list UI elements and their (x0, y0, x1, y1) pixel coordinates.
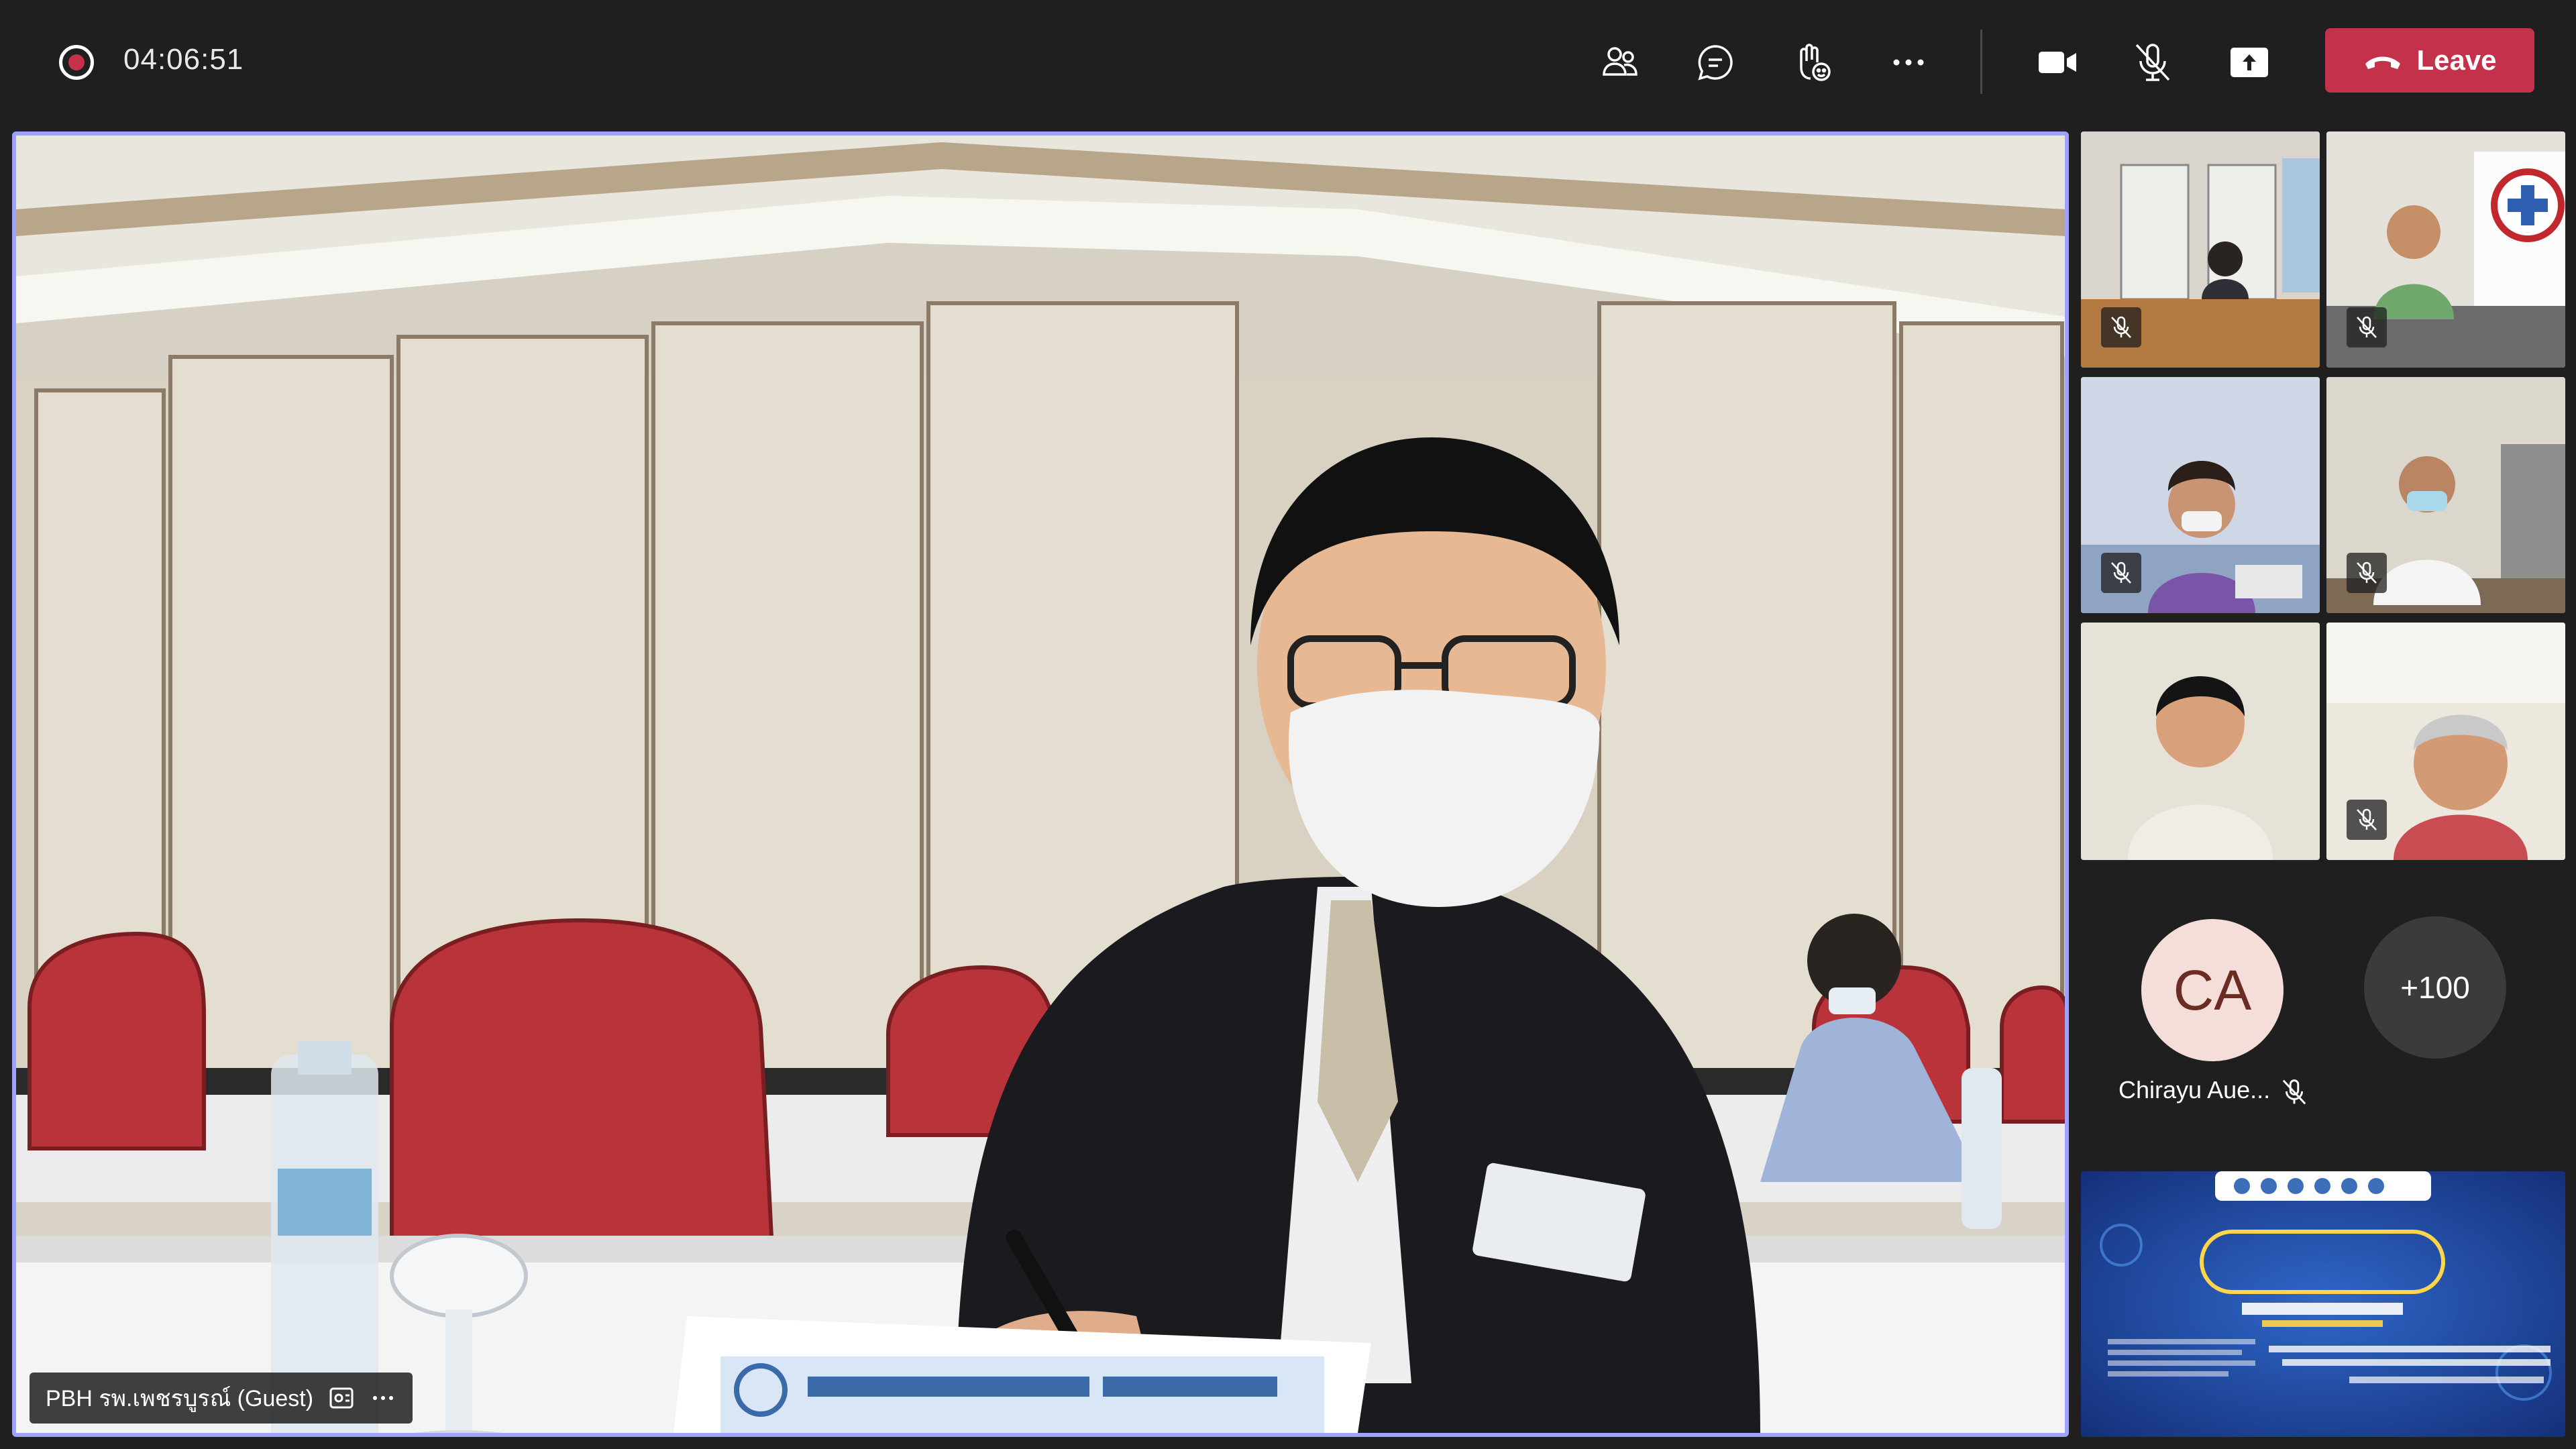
chat-button[interactable] (1686, 34, 1744, 91)
leave-button[interactable]: Leave (2325, 28, 2534, 93)
participant-avatar[interactable]: CA (2141, 919, 2284, 1061)
muted-indicator (2347, 307, 2387, 347)
shared-content-video (2081, 1171, 2565, 1437)
camera-toggle-button[interactable] (2029, 34, 2086, 91)
participant-tile[interactable] (2081, 623, 2320, 860)
muted-indicator (2101, 553, 2141, 593)
meeting-timer: 04:06:51 (123, 43, 244, 76)
muted-indicator (2347, 800, 2387, 840)
mic-off-icon (2135, 44, 2170, 81)
chat-icon (1698, 45, 1733, 80)
more-participants-button[interactable]: +100 (2364, 916, 2506, 1059)
participant-tile[interactable] (2081, 131, 2320, 368)
recording-indicator-icon (59, 45, 94, 80)
camera-icon (2039, 52, 2076, 73)
shared-content-tile[interactable] (2081, 1171, 2565, 1437)
participant-tile[interactable] (2081, 377, 2320, 613)
mic-toggle-button[interactable] (2124, 34, 2182, 91)
guest-icon (329, 1387, 354, 1409)
muted-indicator (2347, 553, 2387, 593)
speaker-name-tag: PBH รพ.เพชรบูรณ์ (Guest) (30, 1373, 413, 1424)
participant-tile[interactable] (2326, 131, 2565, 368)
mic-off-icon (2357, 561, 2377, 584)
people-button[interactable] (1591, 34, 1649, 91)
hang-up-icon (2365, 56, 2401, 69)
share-icon (2231, 48, 2268, 77)
toolbar-divider (1980, 30, 1982, 94)
muted-indicator (2101, 307, 2141, 347)
more-options-icon[interactable] (370, 1385, 396, 1411)
people-icon (1603, 47, 1638, 76)
reactions-icon (1800, 44, 1831, 81)
share-screen-button[interactable] (2220, 34, 2278, 91)
participant-video (2081, 623, 2320, 860)
more-icon (1893, 59, 1924, 66)
more-options-button[interactable] (1880, 34, 1937, 91)
mic-off-icon (2111, 561, 2131, 584)
participant-tile[interactable] (2326, 623, 2565, 860)
mic-off-icon (2111, 316, 2131, 338)
participant-tile[interactable] (2326, 377, 2565, 613)
mic-off-icon (2357, 808, 2377, 830)
meeting-toolbar: 04:06:51 Leave (0, 0, 2576, 125)
reactions-button[interactable] (1783, 34, 1841, 91)
avatar-initials: CA (2173, 958, 2252, 1022)
mic-off-icon (2357, 316, 2377, 338)
speaker-name: PBH รพ.เพชรบูรณ์ (Guest) (46, 1386, 314, 1411)
leave-button-label: Leave (2416, 44, 2497, 76)
overflow-count: +100 (2400, 970, 2470, 1005)
mic-off-icon (2282, 1079, 2306, 1105)
speaker-video-feed (16, 136, 2065, 1433)
main-video-stage[interactable]: PBH รพ.เพชรบูรณ์ (Guest) (12, 131, 2069, 1437)
